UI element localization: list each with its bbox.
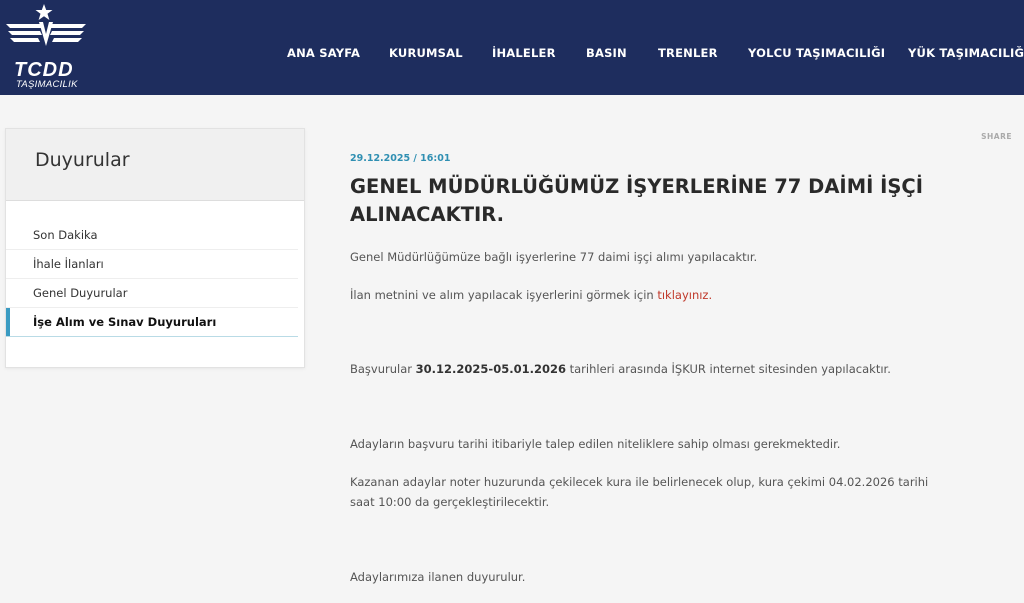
logo-text: TCDD [14, 59, 74, 81]
sidebar: Duyurular Son Dakika İhale İlanları Gene… [5, 128, 305, 368]
main-nav: ANA SAYFA KURUMSAL İHALELER BASIN TRENLE… [0, 44, 1024, 62]
sidebar-item-ise-alim[interactable]: İşe Alım ve Sınav Duyuruları [6, 308, 298, 337]
article-paragraph-3: Başvurular 30.12.2025-05.01.2026 tarihle… [350, 359, 960, 379]
nav-ana-sayfa[interactable]: ANA SAYFA [287, 44, 360, 62]
sidebar-item-ihale-ilanlari[interactable]: İhale İlanları [6, 250, 298, 279]
paragraph-2-text: İlan metnini ve alım yapılacak işyerleri… [350, 288, 658, 302]
nav-basin[interactable]: BASIN [586, 44, 627, 62]
paragraph-3-text-b: tarihleri arasında İŞKUR internet sitesi… [565, 362, 891, 376]
site-header: TCDD TAŞIMACILIK ANA SAYFA KURUMSAL İHAL… [0, 0, 1024, 95]
paragraph-3-text-a: Başvurular [350, 362, 416, 376]
nav-yolcu-tasimaciligi[interactable]: YOLCU TAŞIMACILIĞI [748, 44, 885, 62]
sidebar-header: Duyurular [6, 129, 304, 201]
article-paragraph-1: Genel Müdürlüğümüze bağlı işyerlerine 77… [350, 250, 758, 264]
article-title: GENEL MÜDÜRLÜĞÜMÜZ İŞYERLERİNE 77 DAİMİ … [350, 175, 924, 226]
application-dates: 30.12.2025-05.01.2026 [415, 362, 566, 376]
article-date: 29.12.2025 / 16:01 [350, 153, 451, 164]
nav-trenler[interactable]: TRENLER [658, 44, 718, 62]
sidebar-item-son-dakika[interactable]: Son Dakika [6, 221, 298, 250]
article-paragraph-6: Adaylarımıza ilanen duyurulur. [350, 570, 526, 584]
article-paragraph-2: İlan metnini ve alım yapılacak işyerleri… [350, 285, 960, 305]
article-paragraph-5: Kazanan adaylar noter huzurunda çekilece… [350, 475, 929, 509]
sidebar-title: Duyurular [35, 149, 130, 171]
logo-subtext: TAŞIMACILIK [16, 79, 78, 90]
nav-yuk-tasimaciligi[interactable]: YÜK TAŞIMACILIĞI [908, 44, 1024, 62]
nav-kurumsal[interactable]: KURUMSAL [389, 44, 463, 62]
nav-ihaleler[interactable]: İHALELER [492, 44, 556, 62]
article-paragraph-4: Adayların başvuru tarihi itibariyle tale… [350, 437, 841, 451]
sidebar-item-genel-duyurular[interactable]: Genel Duyurular [6, 279, 298, 308]
ilan-link[interactable]: tıklayınız. [657, 288, 712, 302]
sidebar-list: Son Dakika İhale İlanları Genel Duyurula… [6, 201, 304, 337]
share-button[interactable]: SHARE [981, 132, 1012, 141]
